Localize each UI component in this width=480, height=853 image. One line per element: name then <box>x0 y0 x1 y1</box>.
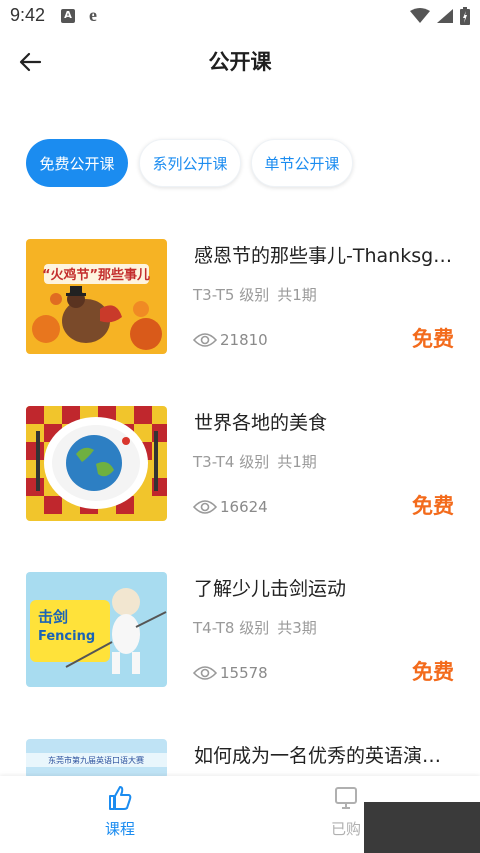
filter-chips: 免费公开课 系列公开课 单节公开课 <box>0 139 480 189</box>
eye-icon <box>193 333 217 347</box>
course-views: 16624 <box>193 498 268 516</box>
monitor-icon <box>335 787 357 809</box>
course-title: 感恩节的那些事儿-Thanksgiving <box>194 245 456 267</box>
nav-course-label: 课程 <box>104 820 135 838</box>
view-count: 21810 <box>220 331 268 349</box>
signal-icon <box>437 9 453 23</box>
thumbs-up-icon <box>109 786 132 810</box>
app-header: 公开课 <box>0 34 480 90</box>
app-screen: 9:42 A e 公开课 免费公开课 系列公开课 单节公开课 “火鸡节”那些事儿… <box>0 0 480 853</box>
course-level: T4-T8 级别 <box>193 619 270 637</box>
eye-icon <box>193 666 217 680</box>
fencing-monkey-image: 击剑 Fencing <box>26 572 167 687</box>
course-thumbnail: 击剑 Fencing <box>26 572 167 687</box>
browser-e-icon: e <box>89 5 97 25</box>
course-thumbnail: “火鸡节”那些事儿 <box>26 239 167 354</box>
view-count: 15578 <box>220 664 268 682</box>
chip-series-courses[interactable]: 系列公开课 <box>139 139 241 187</box>
thumb-subtitle-text: Fencing <box>38 629 95 644</box>
speech-contest-image: 东莞市第九届英语口语大赛 <box>26 739 167 779</box>
course-item[interactable]: 击剑 Fencing 了解少儿击剑运动 T4-T8 级别 共3期 15578 免费 <box>0 572 480 690</box>
wifi-icon <box>410 8 430 23</box>
thumb-title-text: 击剑 <box>38 608 68 626</box>
thumb-title-text: 东莞市第九届英语口语大赛 <box>48 755 144 765</box>
nav-course[interactable]: 课程 <box>60 784 180 839</box>
chip-single-courses[interactable]: 单节公开课 <box>251 139 353 187</box>
course-item[interactable]: “火鸡节”那些事儿 感恩节的那些事儿-Thanksgiving T3-T5 级别… <box>0 239 480 357</box>
chip-free-courses[interactable]: 免费公开课 <box>26 139 128 187</box>
course-item[interactable]: 世界各地的美食 T3-T4 级别 共1期 16624 免费 <box>0 406 480 524</box>
status-right <box>410 7 470 25</box>
course-title: 如何成为一名优秀的英语演讲者 <box>194 745 456 767</box>
course-price: 免费 <box>412 494 454 518</box>
status-bar: 9:42 A e <box>0 0 480 34</box>
course-title: 世界各地的美食 <box>194 412 328 434</box>
course-thumbnail <box>26 406 167 521</box>
course-level: T3-T5 级别 <box>193 286 270 304</box>
course-level: T3-T4 级别 <box>193 453 270 471</box>
course-periods: 共1期 <box>277 453 317 471</box>
status-time: 9:42 <box>10 5 46 25</box>
course-views: 21810 <box>193 331 268 349</box>
course-periods: 共3期 <box>277 619 317 637</box>
course-meta: T3-T4 级别 共1期 <box>193 451 317 472</box>
thanksgiving-turkey-image: “火鸡节”那些事儿 <box>26 239 167 354</box>
course-meta: T4-T8 级别 共3期 <box>193 617 317 638</box>
course-price: 免费 <box>412 660 454 684</box>
page-title: 公开课 <box>208 50 272 74</box>
world-food-plate-image <box>26 406 167 521</box>
course-periods: 共1期 <box>277 286 317 304</box>
eye-icon <box>193 500 217 514</box>
course-title: 了解少儿击剑运动 <box>194 578 347 600</box>
battery-icon <box>460 7 470 25</box>
course-views: 15578 <box>193 664 268 682</box>
course-price: 免费 <box>412 327 454 351</box>
notification-a-icon: A <box>61 9 75 23</box>
course-meta: T3-T5 级别 共1期 <box>193 284 317 305</box>
course-thumbnail: 东莞市第九届英语口语大赛 <box>26 739 167 779</box>
thumb-title-text: “火鸡节”那些事儿 <box>42 267 150 283</box>
overlay-block <box>364 802 480 853</box>
view-count: 16624 <box>220 498 268 516</box>
